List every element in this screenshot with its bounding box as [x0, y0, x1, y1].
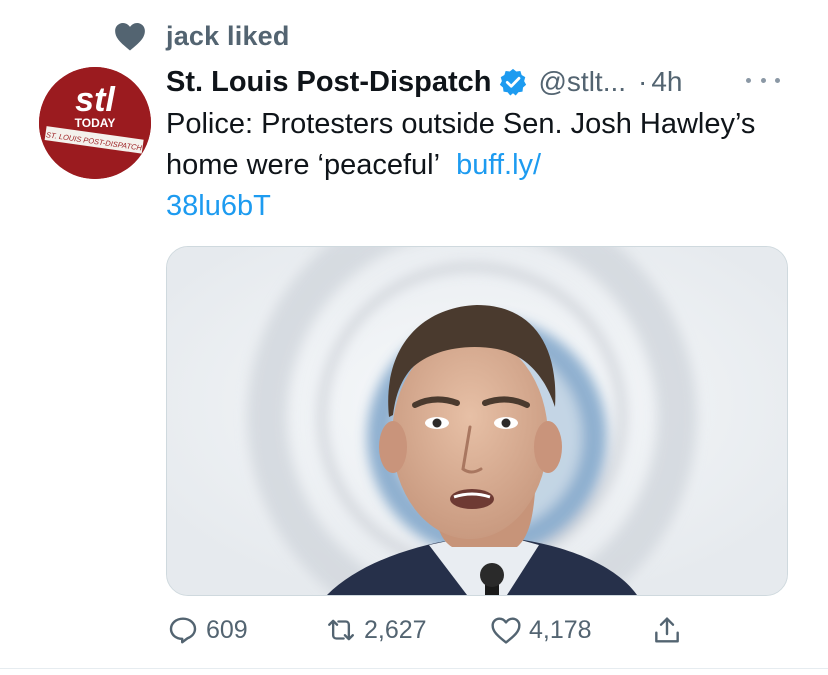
- reply-icon: [166, 613, 200, 647]
- retweet-count: 2,627: [364, 615, 427, 644]
- reply-count: 609: [206, 615, 248, 644]
- social-context: jack liked: [112, 14, 290, 58]
- share-icon: [650, 613, 684, 647]
- verified-badge-icon: [498, 67, 528, 97]
- tweet[interactable]: jack liked stl TODAY ST. LOUIS POST-DISP…: [0, 0, 828, 675]
- share-button[interactable]: [650, 608, 684, 652]
- divider: [0, 668, 828, 669]
- tweet-photo[interactable]: [166, 246, 788, 596]
- author-name[interactable]: St. Louis Post-Dispatch: [166, 66, 491, 99]
- more-options-icon[interactable]: [746, 72, 780, 88]
- timestamp[interactable]: 4h: [651, 66, 682, 98]
- avatar[interactable]: stl TODAY ST. LOUIS POST-DISPATCH: [39, 67, 151, 179]
- like-button[interactable]: 4,178: [489, 608, 592, 652]
- tweet-text: Police: Protesters outside Sen. Josh Haw…: [166, 104, 776, 227]
- tweet-header: St. Louis Post-Dispatch @stlt... · 4h: [166, 60, 796, 104]
- author-handle[interactable]: @stlt...: [538, 66, 626, 98]
- retweet-icon: [324, 613, 358, 647]
- like-count: 4,178: [529, 615, 592, 644]
- avatar-badge-text: TODAY: [75, 116, 116, 130]
- social-context-text[interactable]: jack liked: [166, 21, 290, 52]
- retweet-button[interactable]: 2,627: [324, 608, 427, 652]
- heart-icon: [112, 18, 148, 54]
- reply-button[interactable]: 609: [166, 608, 248, 652]
- avatar-logo-text: stl: [75, 81, 116, 119]
- separator-dot: ·: [638, 66, 648, 97]
- action-bar: 609 2,627 4,178: [166, 608, 726, 652]
- like-heart-icon: [489, 613, 523, 647]
